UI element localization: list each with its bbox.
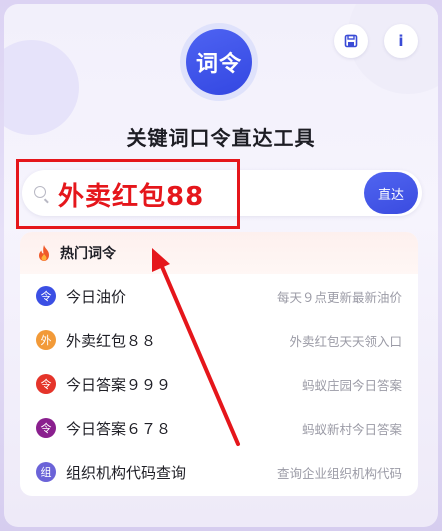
decor-blob — [4, 40, 79, 135]
item-title: 今日答案６７８ — [66, 419, 172, 438]
item-desc: 蚂蚁新村今日答案 — [301, 421, 402, 437]
item-badge-icon: 令 — [36, 286, 56, 306]
app-logo-text: 词令 — [186, 29, 252, 95]
highlight-annotation — [16, 159, 240, 229]
item-title: 今日答案９９９ — [66, 375, 172, 394]
list-item[interactable]: 组 组织机构代码查询 查询企业组织机构代码 — [20, 450, 418, 494]
list-item[interactable]: 令 今日答案６７８ 蚂蚁新村今日答案 — [20, 406, 418, 450]
go-button[interactable]: 直达 — [364, 172, 418, 214]
item-badge-icon: 组 — [36, 462, 56, 482]
save-icon — [344, 34, 358, 48]
list-item[interactable]: 外 外卖红包８８ 外卖红包天天领入口 — [20, 318, 418, 362]
app-logo: 词令 — [180, 23, 258, 101]
list-item[interactable]: 令 今日答案９９９ 蚂蚁庄园今日答案 — [20, 362, 418, 406]
item-badge-icon: 外 — [36, 330, 56, 350]
hot-keywords-label: 热门词令 — [60, 246, 116, 262]
item-title: 外卖红包８８ — [66, 331, 157, 350]
item-badge-icon: 令 — [36, 418, 56, 438]
save-button[interactable] — [334, 24, 368, 58]
item-desc: 蚂蚁庄园今日答案 — [301, 377, 402, 393]
fire-icon — [39, 245, 49, 261]
item-desc: 查询企业组织机构代码 — [276, 465, 402, 481]
item-desc: 外卖红包天天领入口 — [289, 333, 402, 349]
list-item[interactable]: 令 今日油价 每天９点更新最新油价 — [20, 274, 418, 318]
info-button[interactable]: i — [384, 24, 418, 58]
item-title: 今日油价 — [66, 287, 127, 306]
info-icon: i — [398, 32, 404, 50]
hot-keywords-header: 热门词令 — [20, 232, 418, 274]
page-title: 关键词口令直达工具 — [126, 126, 316, 150]
item-title: 组织机构代码查询 — [66, 463, 187, 482]
hot-keywords-panel: 热门词令 令 今日油价 每天９点更新最新油价 外 外卖红包８８ 外卖红包天天领入… — [20, 232, 418, 496]
item-desc: 每天９点更新最新油价 — [276, 289, 402, 305]
item-badge-icon: 令 — [36, 374, 56, 394]
